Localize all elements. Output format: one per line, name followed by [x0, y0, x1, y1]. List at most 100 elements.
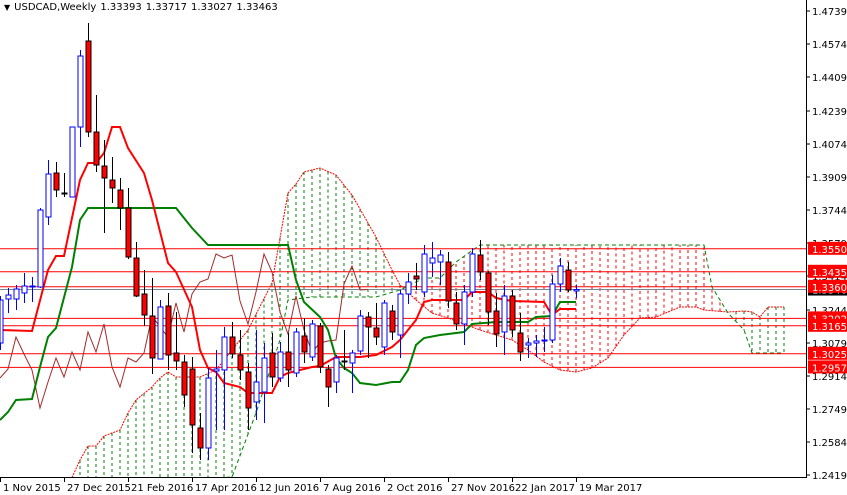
bear-candle-body	[93, 131, 100, 166]
date-tick-label: 1 Nov 2015	[3, 483, 61, 494]
bear-candle-body	[173, 352, 180, 362]
date-tick-label: 17 Apr 2016	[195, 483, 257, 494]
bear-candle-body	[229, 336, 236, 355]
candle	[405, 273, 412, 304]
bear-candle-body	[237, 354, 244, 371]
price-tick-label: 1.39090	[812, 173, 847, 184]
plot-area	[0, 23, 806, 478]
high-value: 1.33717	[145, 2, 188, 13]
candle	[325, 365, 332, 407]
bear-candle-body	[517, 332, 524, 353]
bear-candle-body	[509, 295, 516, 331]
bull-candle-body	[221, 336, 228, 371]
candle	[149, 278, 156, 374]
date-tick-label: 2 Oct 2016	[387, 483, 442, 494]
candle	[165, 293, 172, 370]
close-value: 1.33463	[236, 2, 278, 13]
candle	[0, 296, 4, 350]
bull-candle-body	[573, 289, 580, 292]
candle	[445, 252, 452, 308]
bear-candle-body	[53, 172, 60, 191]
candle	[45, 160, 52, 225]
date-tick-label: 21 Feb 2016	[131, 483, 193, 494]
price-tick-label: 1.37440	[812, 206, 847, 217]
bear-candle-body	[445, 261, 452, 302]
candle	[133, 242, 140, 297]
bull-candle-body	[69, 126, 76, 198]
candle	[525, 338, 532, 358]
price-tick-label: 1.27490	[812, 405, 847, 416]
candle	[261, 343, 268, 423]
candle	[493, 293, 500, 347]
candle	[245, 363, 252, 430]
dropdown-triangle-icon[interactable]: ▼	[4, 3, 10, 12]
bull-candle-body	[13, 288, 20, 300]
bull-candle-body	[501, 295, 508, 333]
candle	[389, 305, 396, 340]
bear-candle-body	[245, 371, 252, 409]
candle	[237, 330, 244, 380]
bull-candle-body	[525, 342, 532, 346]
candle	[117, 178, 124, 230]
candle	[309, 320, 316, 361]
bear-candle-body	[365, 316, 372, 328]
price-tick-label: 1.45740	[812, 40, 847, 51]
candle	[549, 275, 556, 343]
candle	[565, 262, 572, 292]
candle	[173, 312, 180, 370]
bull-candle-body	[309, 323, 316, 358]
bear-candle-body	[149, 315, 156, 359]
bull-candle-body	[253, 381, 260, 403]
open-value: 1.33393	[100, 2, 142, 13]
low-value: 1.33027	[191, 2, 233, 13]
date-tick-label: 27 Dec 2015	[67, 483, 131, 494]
bear-candle-body	[301, 335, 308, 353]
candle	[365, 312, 372, 358]
date-tick-label: 27 Nov 2016	[451, 483, 515, 494]
bull-candle-body	[533, 340, 540, 344]
chart-window: 1.47390 1.45740 1.44090 1.42390 1.40740 1.390…	[0, 0, 847, 495]
bull-candle-body	[381, 302, 388, 348]
candle	[77, 50, 84, 147]
candle	[413, 263, 420, 290]
candle	[53, 162, 60, 197]
price-tick-label: 1.47390	[812, 7, 847, 18]
bear-candle-body	[389, 310, 396, 333]
bull-candle-body	[349, 352, 356, 364]
bear-candle-body	[325, 368, 332, 388]
bull-candle-body	[261, 357, 268, 393]
candle	[181, 355, 188, 407]
date-tick-label: 22 Jan 2017	[515, 483, 575, 494]
bull-candle-body	[461, 291, 468, 325]
bear-candle-body	[117, 189, 124, 209]
level-price-label: 1.34350	[812, 268, 847, 279]
date-tick-label: 7 Aug 2016	[323, 483, 381, 494]
bear-candle-body	[197, 427, 204, 449]
candle	[221, 327, 228, 430]
bear-candle-body	[133, 257, 140, 297]
candle	[341, 330, 348, 370]
candle	[21, 273, 28, 303]
bull-candle-body	[397, 293, 404, 336]
candle	[317, 323, 324, 373]
candle	[461, 285, 468, 345]
candle	[213, 350, 220, 430]
bull-candle-body	[29, 285, 36, 288]
candle	[397, 290, 404, 358]
candle	[13, 285, 20, 310]
candle	[357, 310, 364, 355]
level-price-label: 1.30250	[812, 350, 847, 361]
bear-candle-body	[109, 179, 116, 189]
price-tick-label: 1.25840	[812, 438, 847, 449]
bull-candle-body	[557, 265, 564, 285]
bull-candle-body	[549, 283, 556, 341]
bear-candle-body	[101, 165, 108, 179]
bull-candle-body	[541, 339, 548, 342]
candle	[125, 188, 132, 259]
price-chart[interactable]: 1.47390 1.45740 1.44090 1.42390 1.40740 1.390…	[0, 0, 847, 495]
candle	[189, 357, 196, 453]
bull-candle-body	[45, 173, 52, 218]
bull-candle-body	[5, 294, 12, 300]
candle	[69, 126, 76, 198]
candle	[469, 248, 476, 297]
